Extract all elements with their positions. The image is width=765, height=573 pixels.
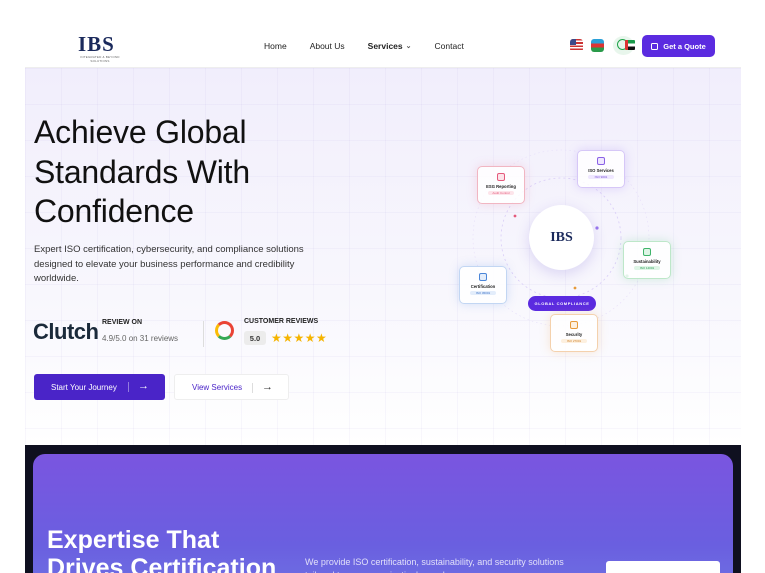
main-nav: Home About Us Services ⌄ Contact bbox=[264, 41, 487, 51]
clutch-review-score: 4.9/5.0 on 31 reviews bbox=[102, 334, 179, 343]
page: IBS INTEGRATED & BEYOND SOLUTIONS Home A… bbox=[25, 24, 741, 573]
clutch-logo[interactable]: Clutch bbox=[33, 319, 99, 345]
uae-flag-icon[interactable] bbox=[625, 40, 635, 50]
logo-subtitle: INTEGRATED & BEYOND SOLUTIONS bbox=[80, 55, 120, 63]
expertise-button[interactable] bbox=[606, 561, 720, 573]
start-journey-button[interactable]: Start Your Journey → bbox=[34, 374, 165, 400]
rating-stars-icon: ★★★★★ bbox=[271, 331, 328, 345]
nav-contact[interactable]: Contact bbox=[435, 41, 464, 51]
logo-text: IBS bbox=[78, 32, 115, 56]
card-title: Certification bbox=[470, 284, 496, 289]
shield-icon bbox=[479, 273, 487, 281]
center-logo: IBS bbox=[550, 229, 573, 245]
esg-reporting-card: ESG Reporting Audit Control bbox=[477, 166, 525, 204]
azerbaijan-flag-icon[interactable] bbox=[591, 39, 604, 52]
reviews-divider bbox=[203, 321, 204, 347]
security-card: Security ISO 27001 bbox=[550, 314, 598, 352]
center-logo-circle: IBS bbox=[529, 205, 594, 270]
quote-icon bbox=[651, 42, 659, 50]
expertise-title: Expertise That Drives Certification bbox=[47, 526, 277, 573]
card-badge: Audit Control bbox=[488, 191, 514, 195]
certification-card: Certification ISO 45001 bbox=[459, 266, 507, 304]
card-badge: ISO 27001 bbox=[561, 339, 587, 343]
start-journey-label: Start Your Journey bbox=[51, 382, 117, 392]
ibs-logo[interactable]: IBS INTEGRATED & BEYOND SOLUTIONS bbox=[78, 32, 122, 63]
arrow-right-icon: → bbox=[138, 380, 149, 392]
expertise-text: We provide ISO certification, sustainabi… bbox=[305, 557, 564, 573]
expertise-section: Expertise That Drives Certification We p… bbox=[33, 454, 733, 573]
nav-home[interactable]: Home bbox=[264, 41, 287, 51]
nav-services[interactable]: Services ⌄ bbox=[368, 41, 412, 51]
card-title: Sustainability bbox=[633, 259, 661, 264]
site-header: IBS INTEGRATED & BEYOND SOLUTIONS Home A… bbox=[25, 24, 741, 68]
google-icon bbox=[215, 321, 234, 340]
sustainability-card: Sustainability ISO 14001 bbox=[623, 241, 671, 279]
hero-section: Achieve Global Standards With Confidence… bbox=[25, 68, 741, 445]
hero-title: Achieve Global Standards With Confidence bbox=[34, 114, 250, 229]
lock-icon bbox=[570, 321, 578, 329]
card-badge: ISO 9001 bbox=[588, 175, 614, 179]
button-separator bbox=[128, 382, 129, 392]
compliance-diagram: IBS GLOBAL COMPLIANCE ESG Reporting Audi… bbox=[455, 146, 715, 396]
iso-services-card: ISO Services ISO 9001 bbox=[577, 150, 625, 188]
chevron-down-icon: ⌄ bbox=[405, 43, 412, 50]
reporting-icon bbox=[497, 173, 505, 181]
view-services-label: View Services bbox=[192, 382, 243, 392]
get-quote-label: Get a Quote bbox=[663, 41, 706, 51]
button-separator bbox=[252, 383, 253, 393]
nav-services-label: Services bbox=[367, 41, 403, 51]
card-title: ISO Services bbox=[588, 168, 614, 173]
iso-icon bbox=[597, 157, 605, 165]
card-badge: ISO 14001 bbox=[634, 266, 660, 270]
get-quote-button[interactable]: Get a Quote bbox=[642, 35, 715, 57]
card-title: Security bbox=[565, 332, 583, 337]
leaf-icon bbox=[643, 248, 651, 256]
view-services-button[interactable]: View Services → bbox=[174, 374, 289, 400]
card-badge: ISO 45001 bbox=[470, 291, 496, 295]
us-flag-icon[interactable] bbox=[570, 39, 583, 52]
nav-about[interactable]: About Us bbox=[310, 41, 345, 51]
google-reviews-label: CUSTOMER REVIEWS bbox=[244, 318, 319, 325]
google-score-badge: 5.0 bbox=[244, 331, 266, 345]
hero-subtitle: Expert ISO certification, cybersecurity,… bbox=[34, 244, 304, 284]
card-title: ESG Reporting bbox=[486, 184, 516, 189]
clutch-review-label: REVIEW ON bbox=[102, 319, 143, 326]
arrow-right-icon: → bbox=[262, 381, 273, 393]
global-compliance-pill: GLOBAL COMPLIANCE bbox=[528, 296, 596, 311]
